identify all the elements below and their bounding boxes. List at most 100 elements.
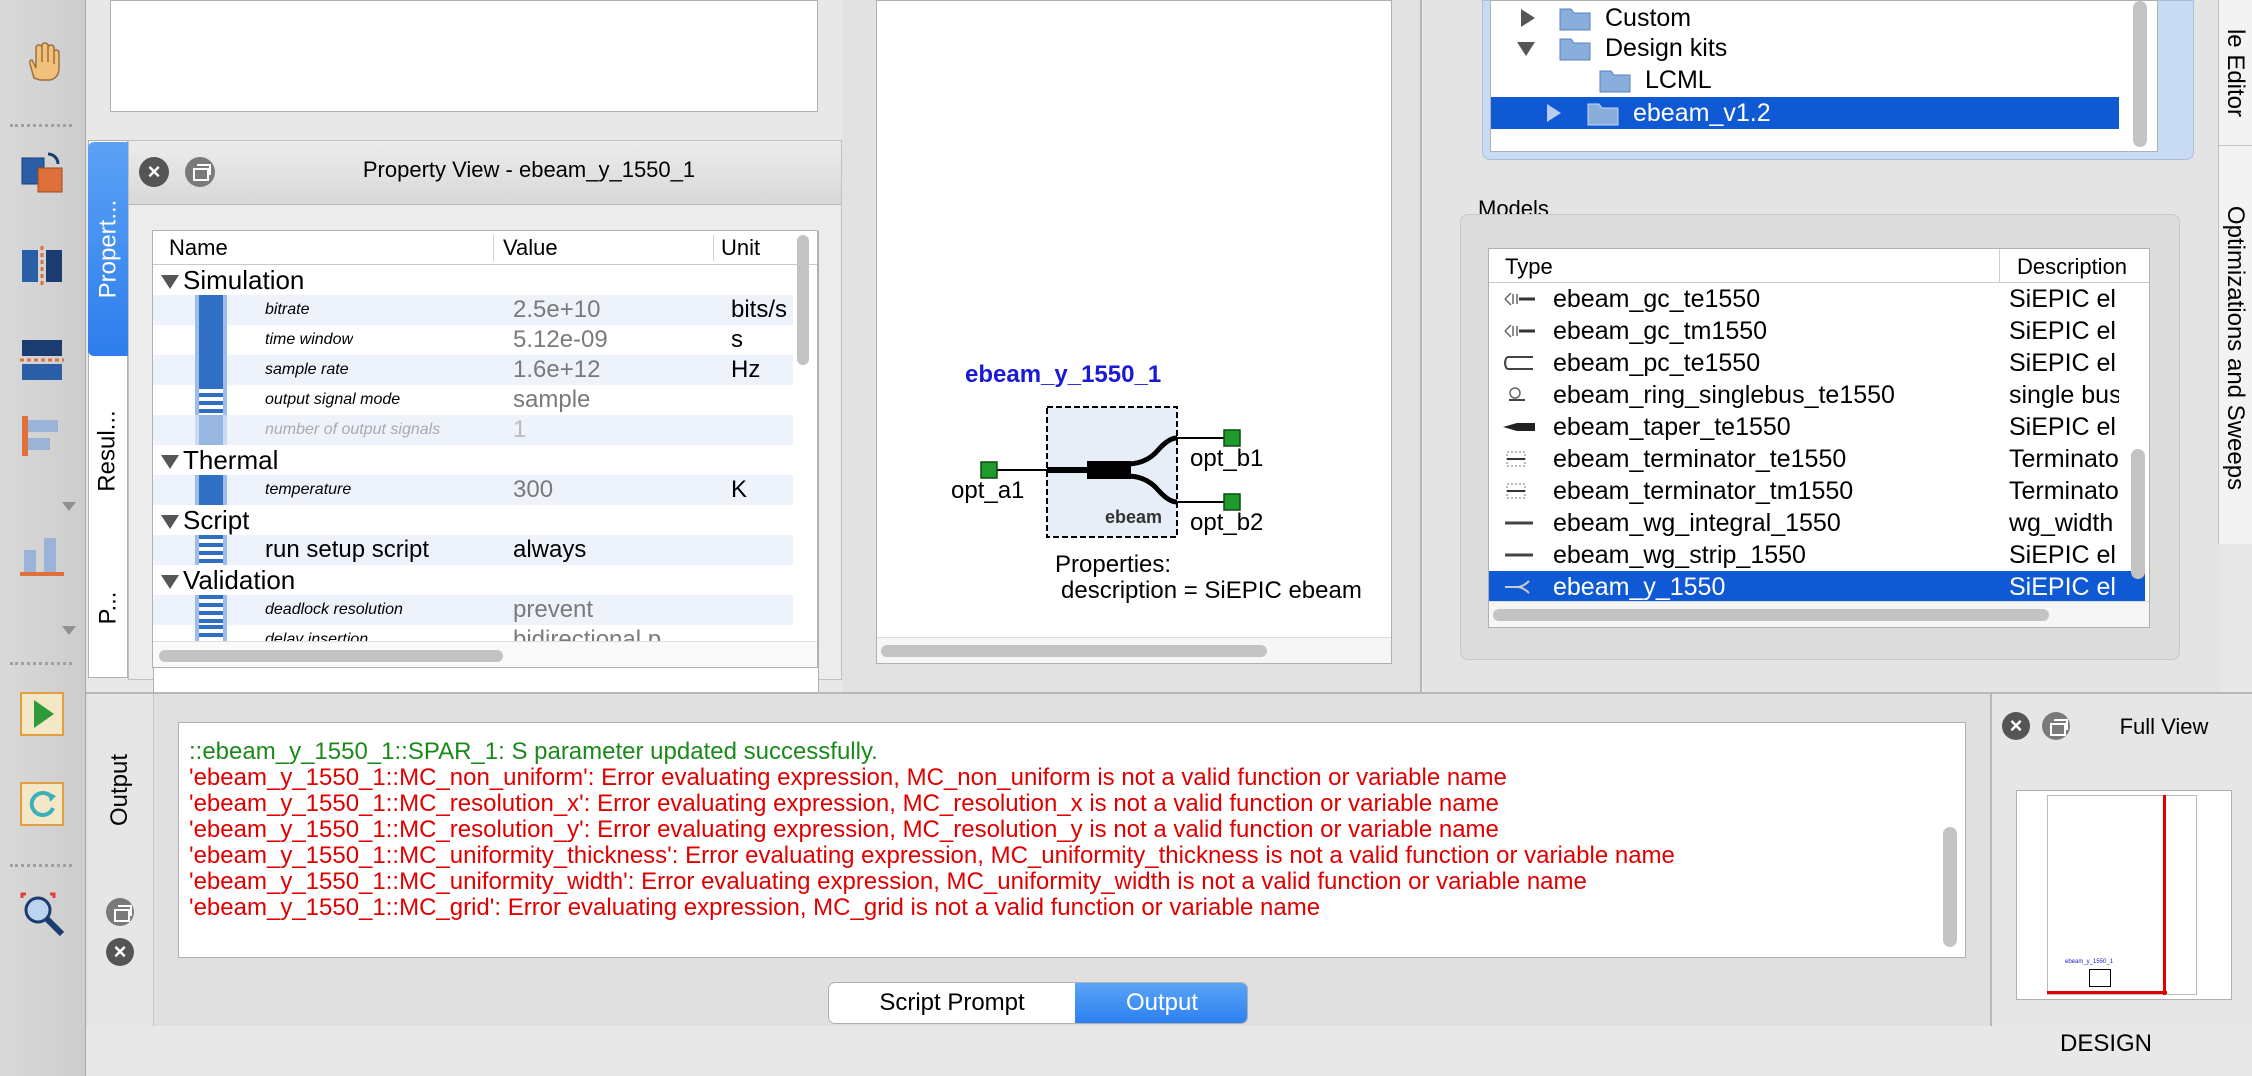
tab-output[interactable]: Output [1075, 983, 1247, 1023]
tab-optimizations-sweeps[interactable]: Optimizations and Sweeps [2218, 160, 2252, 536]
property-vscroll-thumb[interactable] [797, 235, 809, 365]
model-row[interactable]: ebeam_gc_tm1550 SiEPIC el [1489, 315, 2145, 347]
collapse-icon[interactable] [1517, 42, 1535, 56]
toolbar-grip-2[interactable] [10, 662, 72, 666]
terminator-icon [1506, 483, 1526, 499]
model-row[interactable]: ebeam_wg_integral_1550 wg_width [1489, 507, 2145, 539]
viewport-indicator[interactable] [2163, 795, 2166, 995]
models-hscroll[interactable] [1489, 601, 2149, 627]
col-header-name[interactable]: Name [169, 235, 228, 261]
full-view-title: Full View [2119, 714, 2209, 739]
align-menu-chevron-icon[interactable] [62, 502, 76, 511]
log-line: 'ebeam_y_1550_1::MC_non_uniform': Error … [189, 764, 1507, 791]
full-view-thumbnail[interactable]: ebeam_y_1550_1 [2016, 790, 2232, 1000]
element-name-label[interactable]: ebeam_y_1550_1 [965, 361, 1161, 389]
model-row[interactable]: ebeam_wg_strip_1550 SiEPIC el [1489, 539, 2145, 571]
taper-icon [1503, 423, 1535, 431]
model-description: SiEPIC el [2009, 413, 2116, 441]
restore-icon[interactable] [185, 157, 215, 187]
expand-icon[interactable] [161, 575, 179, 590]
property-hscroll[interactable] [153, 641, 817, 667]
tab-script-prompt[interactable]: Script Prompt [829, 983, 1075, 1023]
col-header-unit[interactable]: Unit [721, 235, 760, 261]
model-type: ebeam_y_1550 [1553, 573, 1726, 601]
models-vscroll-thumb[interactable] [2131, 449, 2145, 579]
rotate-element-icon[interactable] [16, 148, 68, 200]
list-property-icon [195, 595, 227, 625]
tree-item-lcml[interactable]: LCML [1505, 65, 2145, 95]
model-row[interactable]: ebeam_gc_te1550 SiEPIC el [1489, 283, 2145, 315]
output-log[interactable]: ::ebeam_y_1550_1::SPAR_1: S parameter up… [178, 722, 1966, 958]
property-view-title: Property View - ebeam_y_1550_1 [362, 157, 696, 182]
distribute-menu-chevron-icon[interactable] [62, 626, 76, 635]
row-temperature[interactable]: temperature 300 K [153, 475, 793, 505]
model-row[interactable]: ebeam_y_1550 SiEPIC el [1489, 571, 2145, 603]
zoom-extent-icon[interactable] [16, 888, 68, 940]
run-icon[interactable] [16, 688, 68, 740]
library-tree: Custom Design kits LCML ebeam_v1.2 [1490, 0, 2158, 152]
tab-p[interactable]: P... [88, 546, 128, 670]
col-header-value[interactable]: Value [503, 235, 558, 261]
row-run-setup-script[interactable]: run setup script always [153, 535, 793, 565]
list-property-icon [195, 535, 227, 565]
toolbar-grip[interactable] [10, 124, 72, 128]
output-close-icon[interactable]: × [106, 938, 134, 966]
col-header-type[interactable]: Type [1505, 254, 1553, 280]
distribute-icon[interactable] [16, 530, 68, 582]
pan-hand-icon[interactable] [16, 36, 68, 88]
flip-vertical-icon[interactable] [16, 334, 68, 386]
group-thermal[interactable]: Thermal [153, 445, 793, 475]
model-row[interactable]: ebeam_ring_singlebus_te1550 single bus [1489, 379, 2145, 411]
expand-icon[interactable] [161, 455, 179, 470]
expand-icon[interactable] [161, 275, 179, 290]
tab-properties[interactable]: Propert... [88, 142, 128, 356]
group-script[interactable]: Script [153, 505, 793, 535]
expand-icon[interactable] [1521, 9, 1535, 27]
row-output-signal-mode[interactable]: output signal mode sample [153, 385, 793, 415]
expand-icon[interactable] [161, 515, 179, 530]
output-vscroll-thumb[interactable] [1943, 827, 1957, 947]
full-view-close-icon[interactable]: × [2002, 712, 2030, 740]
model-row[interactable]: ebeam_pc_te1550 SiEPIC el [1489, 347, 2145, 379]
models-hscroll-thumb[interactable] [1493, 609, 2049, 621]
row-sample-rate[interactable]: sample rate 1.6e+12 Hz [153, 355, 793, 385]
property-hscroll-thumb[interactable] [159, 650, 503, 662]
schematic-hscroll[interactable] [877, 637, 1391, 663]
top-empty-panel [110, 0, 818, 112]
tree-item-design-kits[interactable]: Design kits [1505, 33, 2145, 63]
schematic-canvas[interactable]: ebeam_y_1550_1 ebeam opt_a1 opt_b1 opt_b… [876, 0, 1392, 664]
model-row[interactable]: ebeam_taper_te1550 SiEPIC el [1489, 411, 2145, 443]
tree-item-custom[interactable]: Custom [1505, 3, 2145, 33]
full-view-restore-icon[interactable] [2042, 712, 2070, 740]
row-bitrate[interactable]: bitrate 2.5e+10 bits/s [153, 295, 793, 325]
tree-item-ebeam[interactable]: ebeam_v1.2 [1491, 97, 2119, 129]
output-restore-icon[interactable] [106, 898, 134, 926]
schematic-hscroll-thumb[interactable] [881, 645, 1267, 657]
output-vertical-title: Output [106, 753, 134, 827]
model-type: ebeam_ring_singlebus_te1550 [1553, 381, 1895, 409]
model-row[interactable]: ebeam_terminator_te1550 Terminato [1489, 443, 2145, 475]
property-icon [195, 325, 227, 355]
flip-horizontal-icon[interactable] [16, 240, 68, 292]
row-time-window[interactable]: time window 5.12e-09 s [153, 325, 793, 355]
expand-icon[interactable] [1547, 104, 1561, 122]
tab-results[interactable]: Resul... [88, 366, 128, 536]
log-line: 'ebeam_y_1550_1::MC_uniformity_width': E… [189, 868, 1587, 895]
tab-element-editor[interactable]: le Editor [2218, 0, 2252, 146]
toolbar-grip-3[interactable] [10, 864, 72, 868]
refresh-icon[interactable] [16, 778, 68, 830]
port-opt-b1 [1223, 429, 1241, 447]
group-simulation[interactable]: Simulation [153, 265, 793, 295]
close-icon[interactable]: × [139, 157, 169, 187]
thumbnail-element-label: ebeam_y_1550_1 [2065, 959, 2114, 965]
group-validation[interactable]: Validation [153, 565, 793, 595]
log-line: 'ebeam_y_1550_1::MC_resolution_y': Error… [189, 816, 1499, 843]
port-label-opt-a1: opt_a1 [951, 477, 1025, 504]
tree-vscroll-thumb[interactable] [2133, 1, 2147, 147]
row-deadlock-resolution[interactable]: deadlock resolution prevent [153, 595, 793, 625]
row-number-of-output-signals[interactable]: number of output signals 1 [153, 415, 793, 445]
log-line: 'ebeam_y_1550_1::MC_resolution_x': Error… [189, 790, 1499, 817]
model-row[interactable]: ebeam_terminator_tm1550 Terminato [1489, 475, 2145, 507]
align-icon[interactable] [16, 410, 68, 462]
col-header-description[interactable]: Description [2017, 254, 2127, 280]
